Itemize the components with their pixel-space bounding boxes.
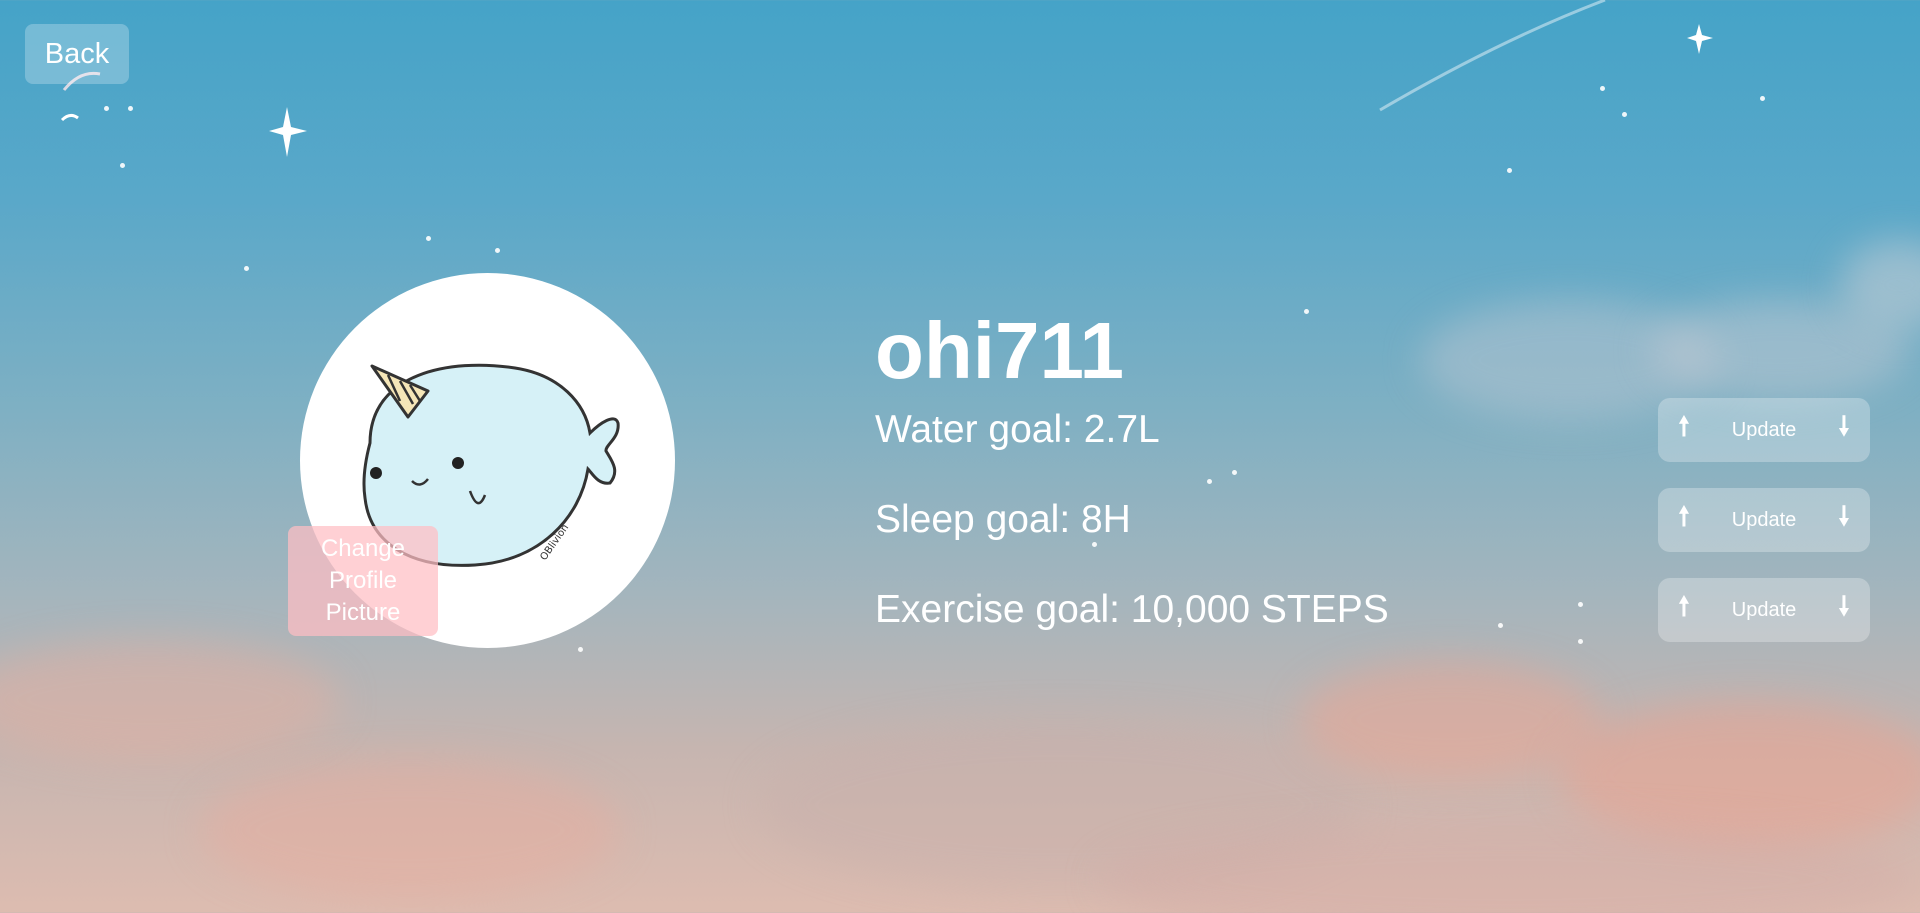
water-goal-stepper: 🠕 Update 🠗 xyxy=(1658,398,1870,462)
change-profile-picture-label: Change Profile Picture xyxy=(320,535,406,626)
change-profile-picture-button[interactable]: Change Profile Picture xyxy=(288,526,438,636)
water-goal-label: Water goal: 2.7L xyxy=(875,408,1160,451)
back-button[interactable]: Back xyxy=(25,24,129,84)
arrow-up-icon[interactable]: 🠕 xyxy=(1666,500,1702,540)
sleep-update-button[interactable]: Update xyxy=(1732,509,1797,532)
exercise-goal-stepper: 🠕 Update 🠗 xyxy=(1658,578,1870,642)
sleep-goal-stepper: 🠕 Update 🠗 xyxy=(1658,488,1870,552)
username-heading: ohi711 xyxy=(875,306,1125,395)
exercise-goal-label: Exercise goal: 10,000 STEPS xyxy=(875,588,1389,631)
sleep-goal-label: Sleep goal: 8H xyxy=(875,498,1131,541)
arrow-down-icon[interactable]: 🠗 xyxy=(1826,500,1862,540)
arrow-up-icon[interactable]: 🠕 xyxy=(1666,590,1702,630)
arrow-down-icon[interactable]: 🠗 xyxy=(1826,590,1862,630)
water-update-button[interactable]: Update xyxy=(1732,419,1797,442)
exercise-update-button[interactable]: Update xyxy=(1732,599,1797,622)
arrow-up-icon[interactable]: 🠕 xyxy=(1666,410,1702,450)
arrow-down-icon[interactable]: 🠗 xyxy=(1826,410,1862,450)
sky-background xyxy=(0,0,1920,913)
